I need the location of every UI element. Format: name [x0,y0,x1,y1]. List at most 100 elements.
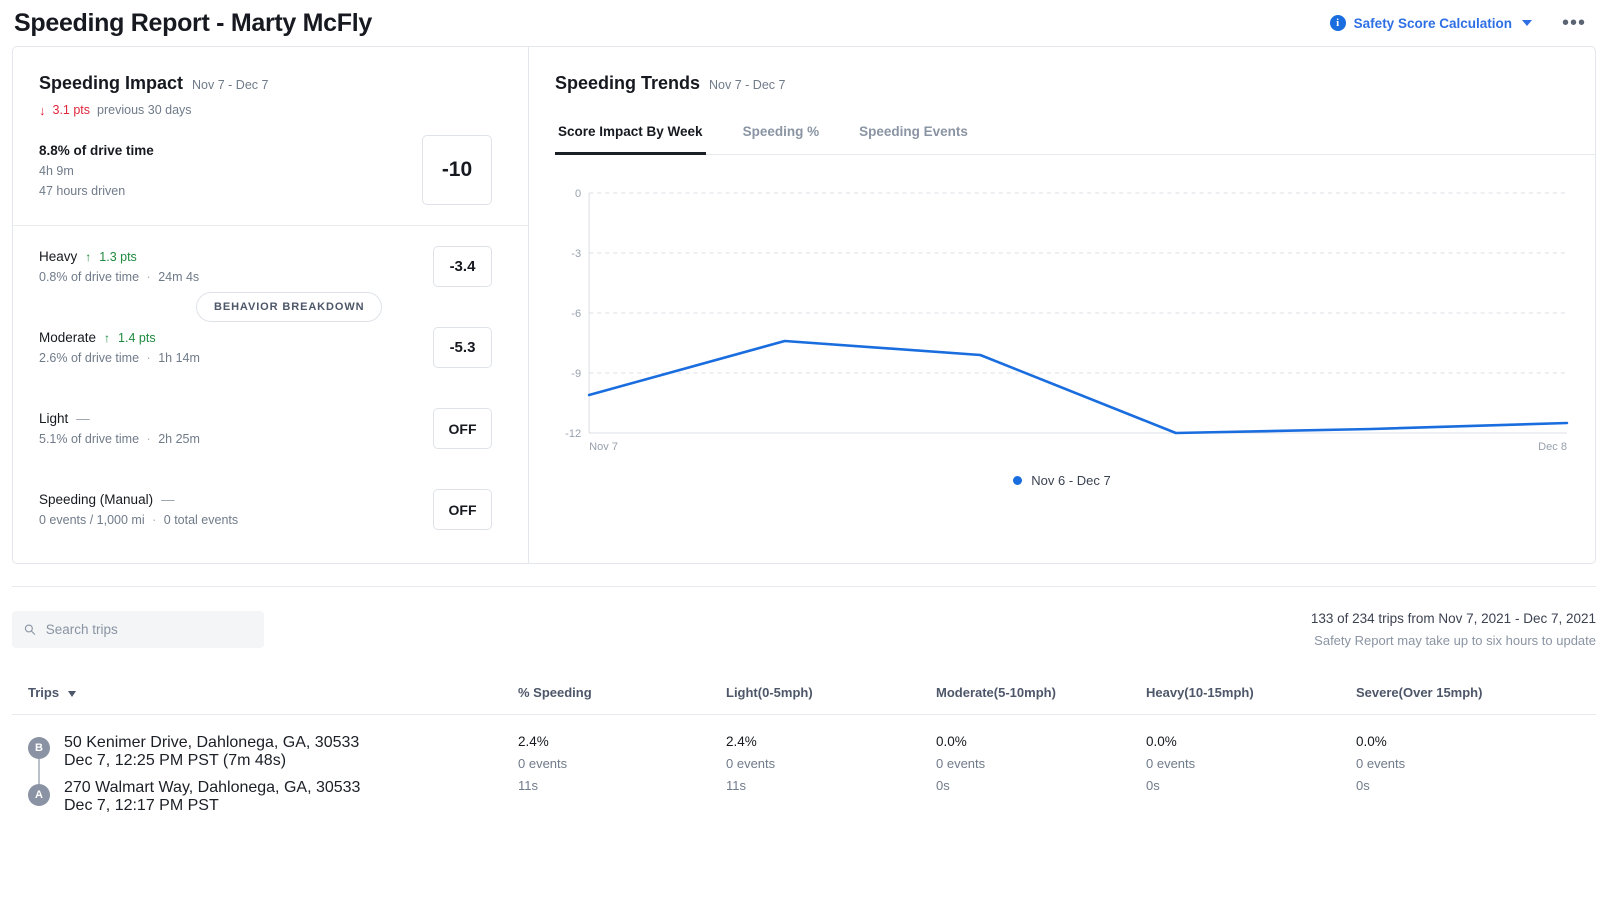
page-header: Speeding Report - Marty McFly i Safety S… [0,0,1608,46]
svg-text:0: 0 [575,188,581,200]
behavior-manual-meta-left: 0 events / 1,000 mi [39,513,145,527]
tab-speeding-percent[interactable]: Speeding % [740,124,823,155]
trip-stop-b: 50 Kenimer Drive, Dahlonega, GA, 30533 D… [64,734,360,770]
behavior-manual-score: OFF [433,489,492,530]
speeding-trends-header: Speeding Trends Nov 7 - Dec 7 [529,47,1595,94]
trips-table: Trips % Speeding Light(0-5mph) Moderate(… [12,685,1596,815]
severe-events: 0 events [1356,756,1596,771]
speeding-trends-title: Speeding Trends [555,73,700,94]
behavior-moderate-delta: 1.4 pts [118,331,156,345]
score-impact-chart: 0-3-6-9-12 Nov 7Dec 8 Nov 6 - Dec 7 [555,177,1569,477]
search-trips-field[interactable] [12,611,264,648]
stop-a-address: 270 Walmart Way, Dahlonega, GA, 30533 [64,779,360,797]
drive-time-summary: 8.8% of drive time 4h 9m 47 hours driven… [13,117,528,226]
line-chart-svg: 0-3-6-9-12 Nov 7Dec 8 [555,177,1569,467]
behavior-manual-name-line: Speeding (Manual) — [39,492,238,507]
column-header-moderate[interactable]: Moderate(5-10mph) [936,685,1146,700]
behavior-manual-delta: — [161,492,175,507]
behavior-heavy-score: -3.4 [433,246,492,287]
stop-b-time: Dec 7, 12:25 PM PST (7m 48s) [64,752,360,770]
chevron-down-icon [1522,20,1532,26]
speeding-trends-date-range: Nov 7 - Dec 7 [709,78,785,92]
behavior-moderate-text: Moderate ↑ 1.4 pts 2.6% of drive time · … [39,330,200,365]
behavior-moderate-name-line: Moderate ↑ 1.4 pts [39,330,200,345]
column-header-trips[interactable]: Trips [12,685,518,700]
arrow-down-icon: ↓ [39,104,46,117]
behavior-heavy-name-line: Heavy ↑ 1.3 pts [39,249,199,264]
trip-stops: B A 50 Kenimer Drive, Dahlonega, GA, 305… [28,734,518,815]
behavior-moderate-meta-left: 2.6% of drive time [39,351,139,365]
arrow-up-icon: ↑ [85,250,91,264]
column-header-light[interactable]: Light(0-5mph) [726,685,936,700]
trip-stop-a: 270 Walmart Way, Dahlonega, GA, 30533 De… [64,779,360,815]
column-header-trips-label: Trips [28,685,59,700]
column-header-severe[interactable]: Severe(Over 15mph) [1356,685,1596,700]
cell-heavy: 0.0% 0 events 0s [1146,734,1356,815]
speeding-impact-date-range: Nov 7 - Dec 7 [192,78,268,92]
tab-speeding-events[interactable]: Speeding Events [856,124,971,155]
meta-separator: · [143,270,155,284]
cell-severe: 0.0% 0 events 0s [1356,734,1596,815]
speeding-trends-card: Speeding Trends Nov 7 - Dec 7 Score Impa… [529,47,1595,563]
moderate-duration: 0s [936,778,1146,793]
cell-percent-speeding: 2.4% 0 events 11s [518,734,726,815]
trips-note-text: Safety Report may take up to six hours t… [1311,633,1596,648]
behavior-light-meta-right: 2h 25m [158,432,200,446]
svg-text:-3: -3 [571,248,581,260]
table-row[interactable]: B A 50 Kenimer Drive, Dahlonega, GA, 305… [12,715,1596,815]
trips-table-header: Trips % Speeding Light(0-5mph) Moderate(… [12,685,1596,715]
behavior-heavy-meta: 0.8% of drive time · 24m 4s [39,270,199,284]
speeding-impact-card: Speeding Impact Nov 7 - Dec 7 ↓ 3.1 pts … [13,47,529,563]
sort-descending-icon [68,691,76,697]
header-actions: i Safety Score Calculation ••• [1330,15,1586,31]
behavior-breakdown-pill: BEHAVIOR BREAKDOWN [196,292,382,322]
legend-color-swatch [1013,476,1022,485]
stop-marker-b: B [28,737,50,759]
svg-text:-12: -12 [565,428,581,440]
delta-period-label: previous 30 days [97,103,192,117]
chart-y-tick-labels: 0-3-6-9-12 [565,188,581,440]
cell-light: 2.4% 0 events 11s [726,734,936,815]
search-input[interactable] [46,622,252,637]
behavior-light-delta: — [76,411,90,426]
chart-x-tick-labels: Nov 7Dec 8 [589,441,1567,453]
column-header-heavy[interactable]: Heavy(10-15mph) [1146,685,1356,700]
tab-score-impact-by-week[interactable]: Score Impact By Week [555,124,706,155]
drive-time-duration: 4h 9m [39,164,154,178]
more-options-icon[interactable]: ••• [1562,18,1586,28]
severe-value: 0.0% [1356,734,1596,749]
severe-duration: 0s [1356,778,1596,793]
trip-stops-cell: B A 50 Kenimer Drive, Dahlonega, GA, 305… [12,734,518,815]
meta-separator: · [143,351,155,365]
chart-legend: Nov 6 - Dec 7 [555,473,1569,488]
speeding-impact-header: Speeding Impact Nov 7 - Dec 7 [13,47,528,94]
behavior-light-meta: 5.1% of drive time · 2h 25m [39,432,200,446]
chart-series-line [589,341,1567,433]
light-events: 0 events [726,756,936,771]
behavior-moderate-meta-right: 1h 14m [158,351,200,365]
behavior-row-light: Light — 5.1% of drive time · 2h 25m OFF [13,388,528,469]
delta-value: 3.1 pts [53,103,91,117]
drive-time-percent: 8.8% of drive time [39,143,154,158]
behavior-manual-meta-right: 0 total events [164,513,238,527]
svg-text:-9: -9 [571,368,581,380]
trip-rail: B A [28,734,50,815]
summary-cards: Speeding Impact Nov 7 - Dec 7 ↓ 3.1 pts … [12,46,1596,564]
trips-meta: 133 of 234 trips from Nov 7, 2021 - Dec … [1311,611,1596,648]
safety-score-calculation-button[interactable]: i Safety Score Calculation [1330,15,1532,31]
light-value: 2.4% [726,734,936,749]
drive-time-text: 8.8% of drive time 4h 9m 47 hours driven [39,143,154,198]
info-icon: i [1330,15,1346,31]
behavior-heavy-meta-left: 0.8% of drive time [39,270,139,284]
search-icon [24,623,36,636]
percent-speeding-events: 0 events [518,756,726,771]
column-header-percent-speeding[interactable]: % Speeding [518,685,726,700]
trips-count-text: 133 of 234 trips from Nov 7, 2021 - Dec … [1311,611,1596,626]
stop-a-time: Dec 7, 12:17 PM PST [64,797,360,815]
behavior-manual-text: Speeding (Manual) — 0 events / 1,000 mi … [39,492,238,527]
safety-score-calculation-label: Safety Score Calculation [1354,16,1512,31]
heavy-value: 0.0% [1146,734,1356,749]
moderate-value: 0.0% [936,734,1146,749]
arrow-up-icon: ↑ [104,331,110,345]
behavior-manual-label: Speeding (Manual) [39,492,153,507]
